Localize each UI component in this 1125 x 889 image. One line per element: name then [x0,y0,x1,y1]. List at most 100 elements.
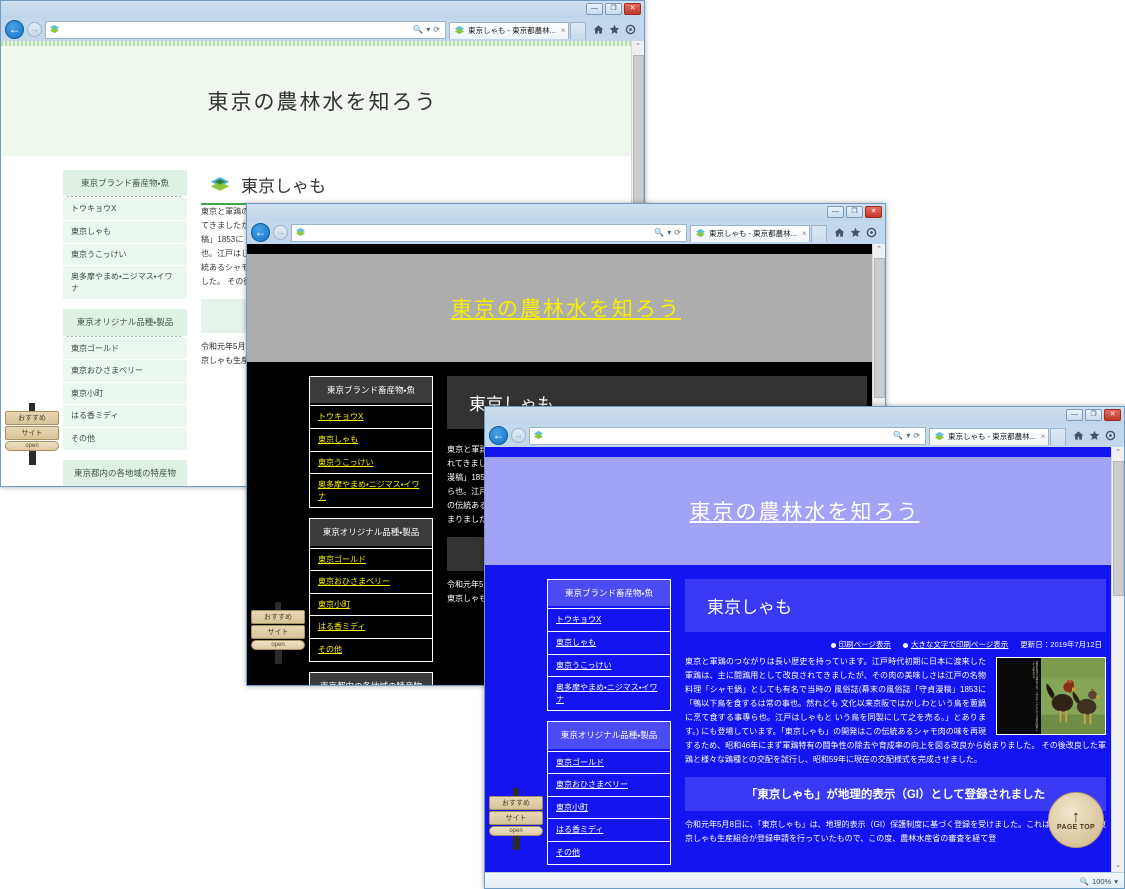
navigation-bar[interactable]: ← → 🔍 ▾ ⟳ 東京しゃも - 東京都農林... × [247,221,885,244]
sidebar-item-tokyo-x[interactable]: トウキョウX [310,405,432,428]
sidebar-item-tokyo-shamo[interactable]: 東京しゃも [548,630,670,654]
tab-close-icon[interactable]: × [802,229,807,238]
zoom-dropdown-caret-icon[interactable]: ▾ [1114,877,1118,886]
titlebar[interactable]: — ❐ ✕ [247,204,885,221]
maximize-button[interactable]: ❐ [1085,409,1102,421]
new-tab-button[interactable] [1050,427,1066,445]
scroll-up-arrow-icon[interactable]: ⌃ [1115,447,1121,459]
tab-tokyo-shamo[interactable]: 東京しゃも - 東京都農林... × [929,427,1049,445]
browser-tool-icons[interactable] [589,24,640,35]
close-button[interactable]: ✕ [624,3,641,15]
sidebar-item-haruka-midi[interactable]: はる香ミディ [548,818,670,841]
sidebar-item-ohisama-berry[interactable]: 東京おひさまベリー [548,773,670,796]
minimize-button[interactable]: — [827,206,844,218]
address-tools[interactable]: 🔍 ▾ ⟳ [654,228,683,237]
magnifier-icon[interactable]: 🔍 [1080,877,1089,886]
forward-arrow-icon[interactable]: → [27,22,42,37]
search-icon[interactable]: 🔍 [413,25,423,34]
dropdown-caret-icon[interactable]: ▾ [906,431,910,440]
star-icon[interactable] [850,227,861,238]
sidebar-item-other[interactable]: その他 [310,637,432,661]
sidebar-item-haruka-midi[interactable]: はる香ミディ [310,615,432,638]
sidebar-item-tokyo-x[interactable]: トウキョウX [548,608,670,631]
sidebar-item-tokyo-gold[interactable]: 東京ゴールド [63,336,187,360]
window-controls[interactable]: — ❐ ✕ [586,3,641,15]
dropdown-caret-icon[interactable]: ▾ [667,228,671,237]
minimize-button[interactable]: — [1066,409,1083,421]
sidebar-item-tokyo-gold[interactable]: 東京ゴールド [548,750,670,774]
gear-icon[interactable] [1105,430,1116,441]
gear-icon[interactable] [866,227,877,238]
browser-tool-icons[interactable] [830,227,881,238]
new-tab-button[interactable] [570,21,586,39]
sidebar-item-tokyo-x[interactable]: トウキョウX [63,197,187,220]
sidebar-item-tokyo-ukokkei[interactable]: 東京うこっけい [310,450,432,474]
sidebar-item-tokyo-gold[interactable]: 東京ゴールド [310,547,432,571]
back-arrow-icon[interactable]: ← [251,223,270,242]
maximize-button[interactable]: ❐ [846,206,863,218]
address-bar[interactable]: 🔍 ▾ ⟳ [45,20,446,39]
scrollbar-thumb[interactable] [874,258,885,398]
signboard-open-button[interactable]: open [5,441,59,451]
tab-strip[interactable]: 東京しゃも - 東京都農林... × [690,224,827,242]
recommended-site-widget[interactable]: おすすめ サイト open [5,403,59,465]
dropdown-caret-icon[interactable]: ▾ [426,25,430,34]
home-icon[interactable] [834,227,845,238]
titlebar[interactable]: — ❐ ✕ [1,1,644,18]
minimize-button[interactable]: — [586,3,603,15]
address-bar[interactable]: 🔍 ▾ ⟳ [529,426,926,445]
sidebar-item-tokyo-komachi[interactable]: 東京小町 [548,795,670,819]
sidebar-item-tokyo-ukokkei[interactable]: 東京うこっけい [63,242,187,266]
tab-strip[interactable]: 東京しゃも - 東京都農林... × [929,427,1066,445]
tab-tokyo-shamo[interactable]: 東京しゃも - 東京都農林... × [690,224,810,242]
tab-close-icon[interactable]: × [561,26,566,35]
tab-strip[interactable]: 東京しゃも - 東京都農林... × [449,21,586,39]
star-icon[interactable] [609,24,620,35]
sidebar-item-okutama-yamame[interactable]: 奥多摩やまめ・ニジマス・イワナ [63,265,187,300]
star-icon[interactable] [1089,430,1100,441]
refresh-icon[interactable]: ⟳ [913,431,920,440]
close-button[interactable]: ✕ [865,206,882,218]
signboard-open-button[interactable]: open [251,640,305,650]
sidebar-item-tokyo-komachi[interactable]: 東京小町 [63,381,187,405]
recommended-site-widget[interactable]: おすすめ サイト open [251,602,305,664]
address-bar[interactable]: 🔍 ▾ ⟳ [291,223,687,242]
refresh-icon[interactable]: ⟳ [674,228,681,237]
scrollbar-thumb[interactable] [633,55,644,205]
address-tools[interactable]: 🔍 ▾ ⟳ [413,25,442,34]
window-controls[interactable]: — ❐ ✕ [1066,409,1121,421]
window-controls[interactable]: — ❐ ✕ [827,206,882,218]
zoom-level[interactable]: 100% [1092,877,1111,886]
recommended-site-widget[interactable]: おすすめ サイト open [489,788,543,850]
forward-arrow-icon[interactable]: → [511,428,526,443]
new-tab-button[interactable] [811,224,827,242]
address-tools[interactable]: 🔍 ▾ ⟳ [893,431,922,440]
sidebar-item-other[interactable]: その他 [63,426,187,450]
vertical-scrollbar[interactable]: ⌃ ⌄ [1111,447,1124,872]
sidebar-item-tokyo-ukokkei[interactable]: 東京うこっけい [548,653,670,677]
back-arrow-icon[interactable]: ← [5,20,24,39]
scroll-down-arrow-icon[interactable]: ⌄ [1115,860,1121,872]
home-icon[interactable] [593,24,604,35]
signboard-open-button[interactable]: open [489,826,543,836]
sidebar-item-tokyo-shamo[interactable]: 東京しゃも [63,219,187,243]
tab-close-icon[interactable]: × [1041,432,1046,441]
maximize-button[interactable]: ❐ [605,3,622,15]
search-icon[interactable]: 🔍 [893,431,903,440]
navigation-bar[interactable]: ← → 🔍 ▾ ⟳ 東京しゃも - 東京都農林... × [1,18,644,41]
browser-window-high-contrast-blue[interactable]: — ❐ ✕ ← → 🔍 ▾ ⟳ 東京しゃも - 東京都農林... × 東京の農林… [484,406,1125,889]
scrollbar-thumb[interactable] [1113,461,1124,596]
sidebar-item-okutama-yamame[interactable]: 奥多摩やまめ・ニジマス・イワナ [548,676,670,711]
titlebar[interactable]: — ❐ ✕ [485,407,1124,424]
sidebar-item-tokyo-komachi[interactable]: 東京小町 [310,592,432,616]
search-icon[interactable]: 🔍 [654,228,664,237]
sidebar-item-tokyo-shamo[interactable]: 東京しゃも [310,427,432,451]
navigation-bar[interactable]: ← → 🔍 ▾ ⟳ 東京しゃも - 東京都農林... × [485,424,1124,447]
scroll-up-arrow-icon[interactable]: ⌃ [635,41,641,53]
page-top-button[interactable]: ↑ PAGE TOP [1048,792,1104,848]
sidebar-item-ohisama-berry[interactable]: 東京おひさまベリー [63,359,187,382]
sidebar-item-ohisama-berry[interactable]: 東京おひさまベリー [310,570,432,593]
refresh-icon[interactable]: ⟳ [433,25,440,34]
print-page-link[interactable]: 印刷ページ表示 [830,639,891,650]
back-arrow-icon[interactable]: ← [489,426,508,445]
